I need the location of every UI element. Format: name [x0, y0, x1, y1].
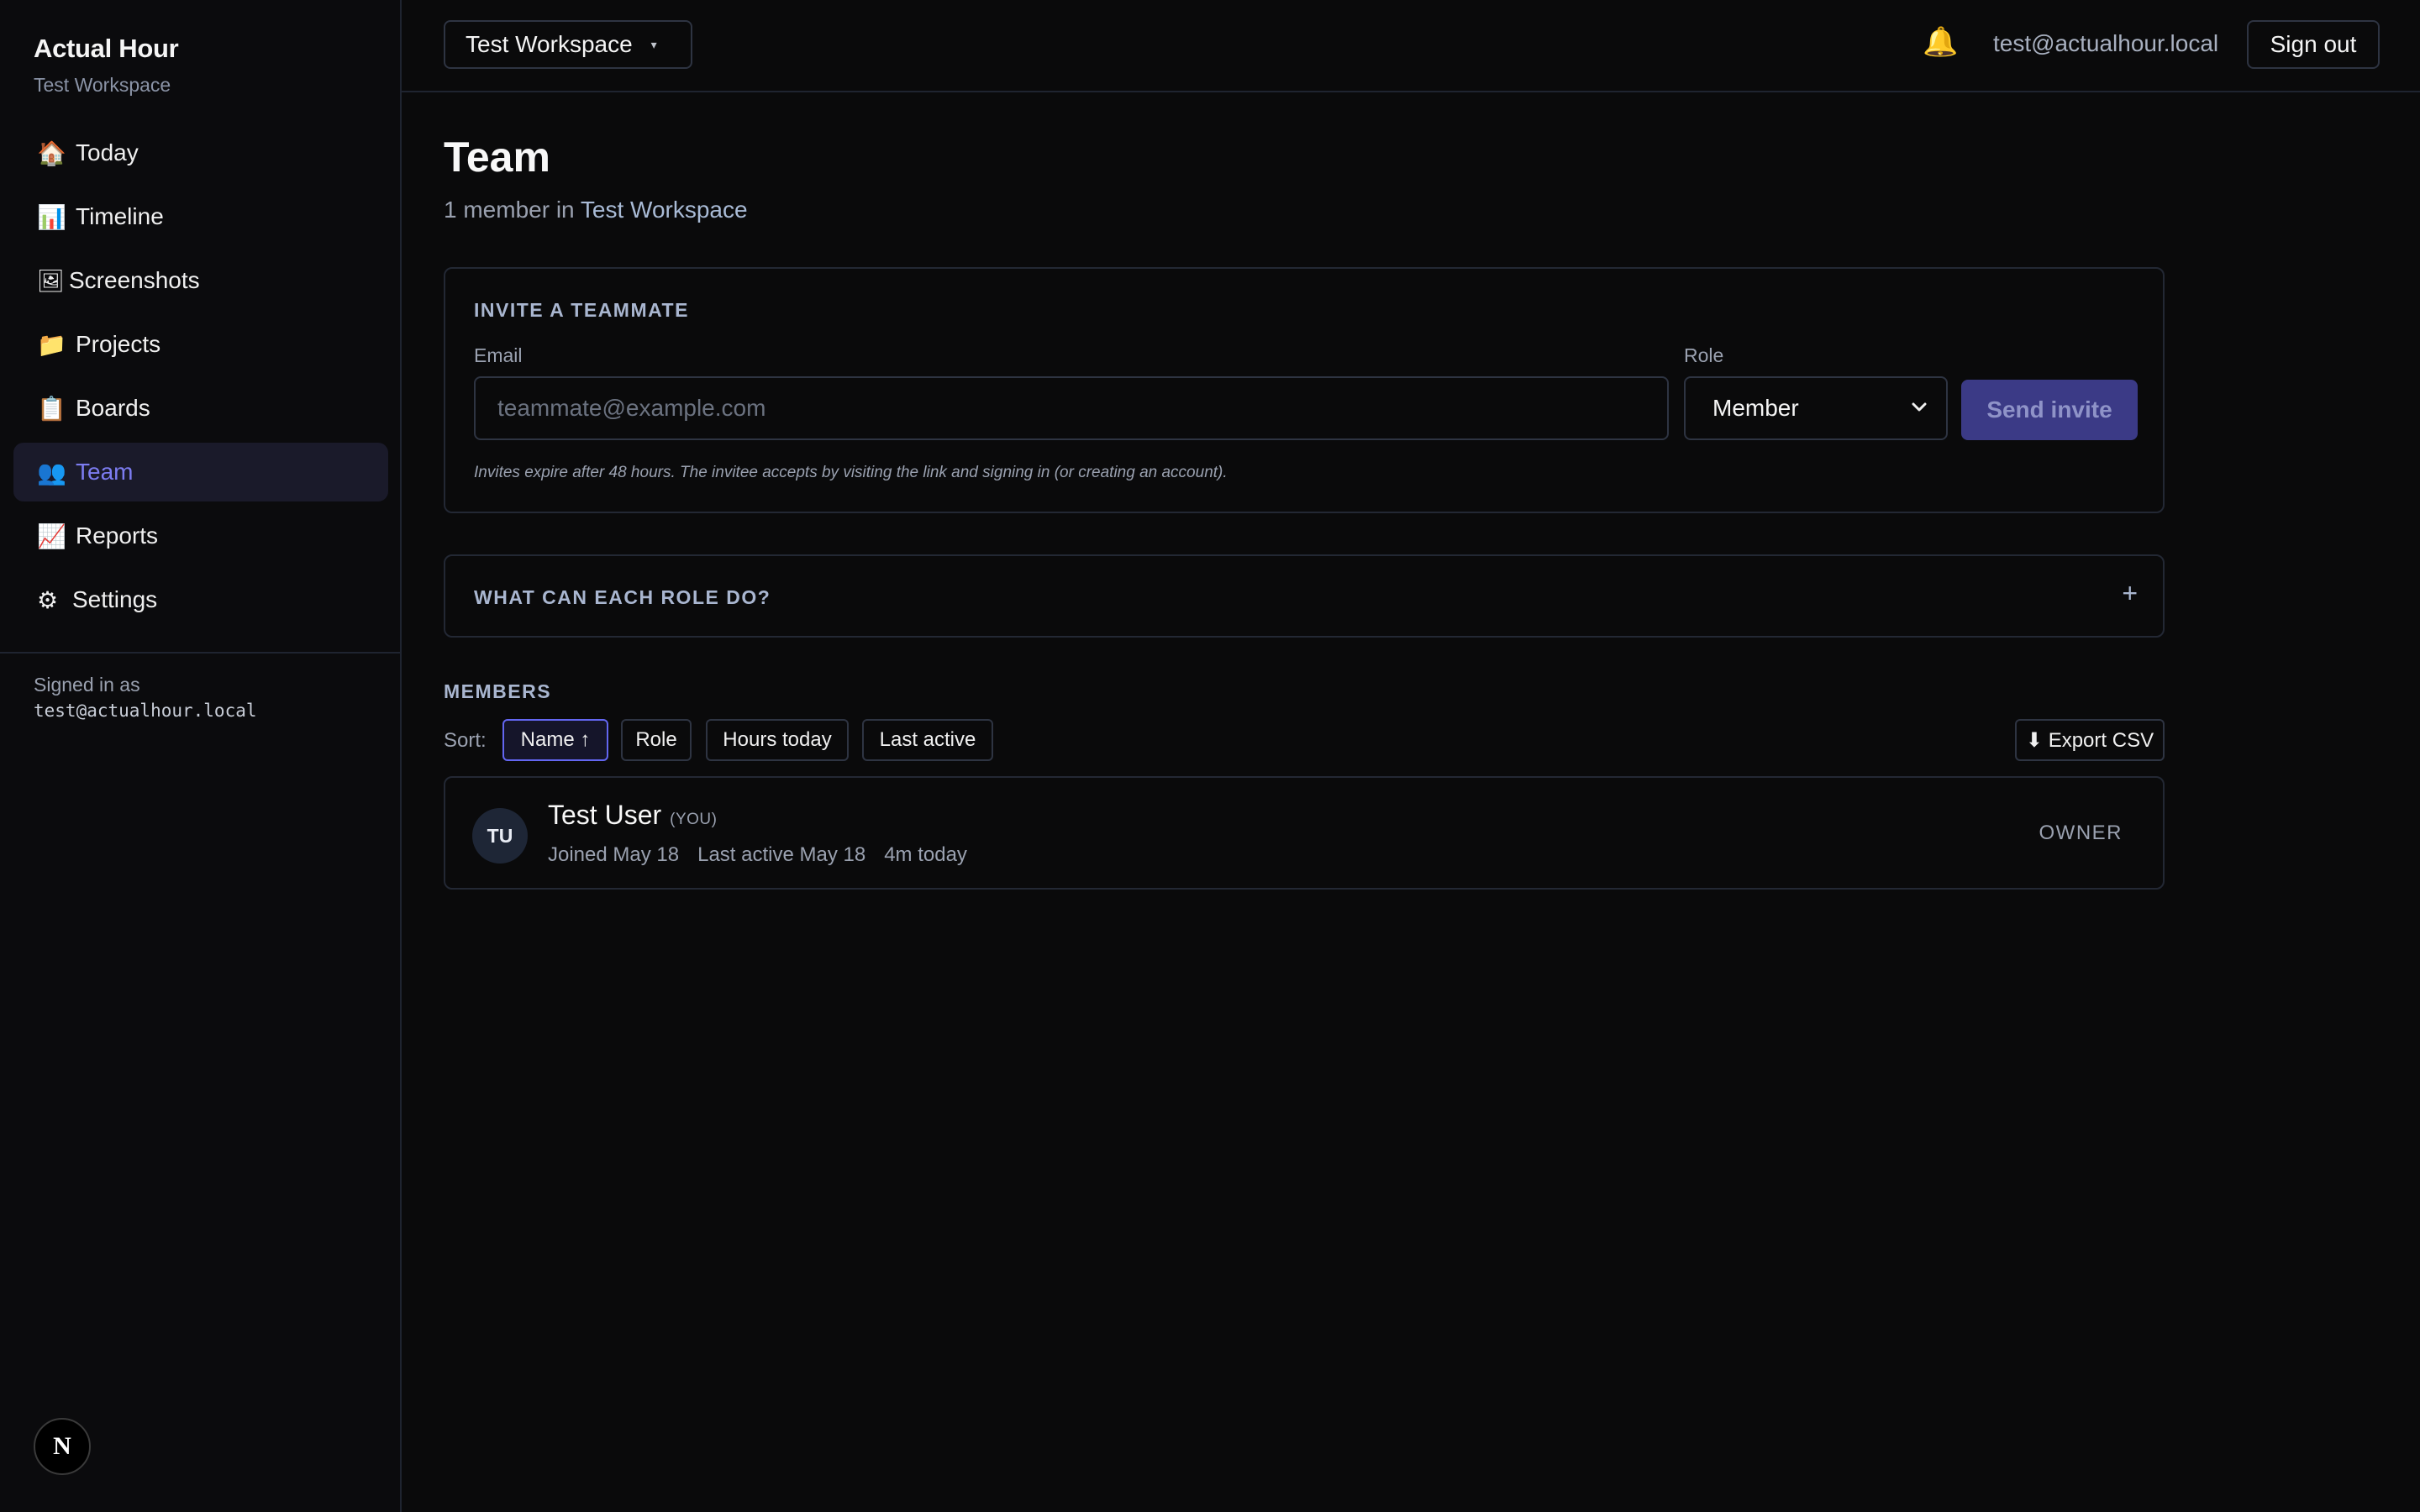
send-invite-button[interactable]: Send invite — [1961, 380, 2138, 440]
sort-role-button[interactable]: Role — [621, 719, 692, 761]
workspace-link: Test Workspace — [580, 197, 748, 223]
next-dev-badge-icon[interactable]: N — [34, 1418, 91, 1475]
member-name-line: Test User (YOU) — [548, 800, 717, 831]
brand-title[interactable]: Actual Hour — [34, 34, 179, 64]
folder-icon: 📁 — [37, 331, 66, 358]
invite-heading: INVITE A TEAMMATE — [474, 299, 689, 321]
people-icon: 👥 — [37, 459, 66, 486]
role-select[interactable]: Member — [1684, 376, 1948, 440]
export-csv-button[interactable]: ⬇ Export CSV — [2015, 719, 2165, 761]
invite-card: INVITE A TEAMMATE Email Role Member Send… — [444, 267, 2165, 513]
sidebar-item-label: Projects — [76, 331, 161, 357]
signed-in-email: test@actualhour.local — [34, 701, 257, 721]
member-row: TU Test User (YOU) Joined May 18 Last acti… — [444, 776, 2165, 890]
members-heading: MEMBERS — [444, 680, 552, 702]
member-meta: Joined May 18 Last active May 18 4m today — [548, 843, 986, 867]
sidebar: Actual Hour Test Workspace 🏠 Today 📊 Tim… — [0, 0, 402, 1512]
member-count-text: 1 member in — [444, 197, 581, 223]
invite-hint: Invites expire after 48 hours. The invit… — [474, 464, 1228, 481]
clipboard-icon: 📋 — [37, 395, 66, 422]
page-subtitle: 1 member in Test Workspace — [444, 197, 748, 223]
sidebar-item-label: Team — [76, 459, 134, 485]
sidebar-item-timeline[interactable]: 📊 Timeline — [13, 187, 388, 246]
trend-chart-icon: 📈 — [37, 522, 66, 549]
sidebar-item-label: Settings — [72, 586, 158, 612]
house-icon: 🏠 — [37, 139, 66, 166]
signed-in-label: Signed in as — [34, 674, 140, 696]
invite-email-input[interactable] — [474, 376, 1669, 440]
sidebar-item-label: Today — [76, 139, 139, 165]
you-tag: (YOU) — [670, 811, 718, 828]
page-title: Team — [444, 134, 550, 181]
topbar: Test Workspace ▾ 🔔 test@actualhour.local… — [402, 0, 2420, 92]
sidebar-item-team[interactable]: 👥 Team — [13, 443, 388, 501]
sidebar-item-settings[interactable]: ⚙ Settings — [13, 570, 388, 629]
avatar: TU — [472, 808, 528, 864]
member-name: Test User — [548, 800, 662, 830]
sidebar-nav: 🏠 Today 📊 Timeline 🖼 Screenshots 📁 Proje… — [13, 123, 388, 634]
sort-hours-button[interactable]: Hours today — [706, 719, 849, 761]
bell-icon[interactable]: 🔔 — [1923, 25, 1958, 59]
role-select-value: Member — [1712, 395, 1799, 421]
member-hours-today: 4m today — [884, 843, 967, 866]
sort-label: Sort: — [444, 729, 487, 752]
sidebar-item-reports[interactable]: 📈 Reports — [13, 507, 388, 565]
sort-row: Sort: Name ↑ Role Hours today Last activ… — [444, 719, 2165, 761]
gear-icon: ⚙ — [37, 586, 59, 613]
roles-heading: WHAT CAN EACH ROLE DO? — [474, 586, 771, 608]
sidebar-item-boards[interactable]: 📋 Boards — [13, 379, 388, 438]
email-label: Email — [474, 344, 523, 366]
roles-accordion[interactable]: WHAT CAN EACH ROLE DO? + — [444, 554, 2165, 638]
role-label: Role — [1684, 344, 1724, 366]
sort-name-button[interactable]: Name ↑ — [502, 719, 608, 761]
user-email: test@actualhour.local — [1993, 30, 2219, 56]
bar-chart-icon: 📊 — [37, 203, 66, 230]
sidebar-item-label: Boards — [76, 395, 150, 421]
sidebar-item-label: Reports — [76, 522, 159, 549]
member-joined: Joined May 18 — [548, 843, 680, 866]
expand-plus-icon[interactable]: + — [2122, 578, 2138, 609]
sidebar-item-today[interactable]: 🏠 Today — [13, 123, 388, 182]
brand-workspace: Test Workspace — [34, 74, 171, 96]
workspace-switcher[interactable]: Test Workspace ▾ — [444, 20, 692, 69]
workspace-name: Test Workspace — [466, 31, 633, 57]
signed-in-info: Signed in as test@actualhour.local — [34, 672, 257, 724]
sidebar-item-label: Timeline — [76, 203, 164, 229]
brand: Actual Hour Test Workspace — [34, 34, 179, 97]
sidebar-item-screenshots[interactable]: 🖼 Screenshots — [13, 251, 388, 310]
sidebar-divider — [0, 652, 400, 654]
sidebar-item-label: Screenshots — [69, 267, 200, 293]
sign-out-button[interactable]: Sign out — [2247, 20, 2380, 69]
caret-down-icon: ▾ — [650, 37, 657, 51]
member-last-active: Last active May 18 — [697, 843, 866, 866]
member-role-badge: OWNER — [2039, 822, 2123, 844]
sort-last-active-button[interactable]: Last active — [862, 719, 993, 761]
sidebar-item-projects[interactable]: 📁 Projects — [13, 315, 388, 374]
chevron-down-icon — [1912, 402, 1927, 412]
